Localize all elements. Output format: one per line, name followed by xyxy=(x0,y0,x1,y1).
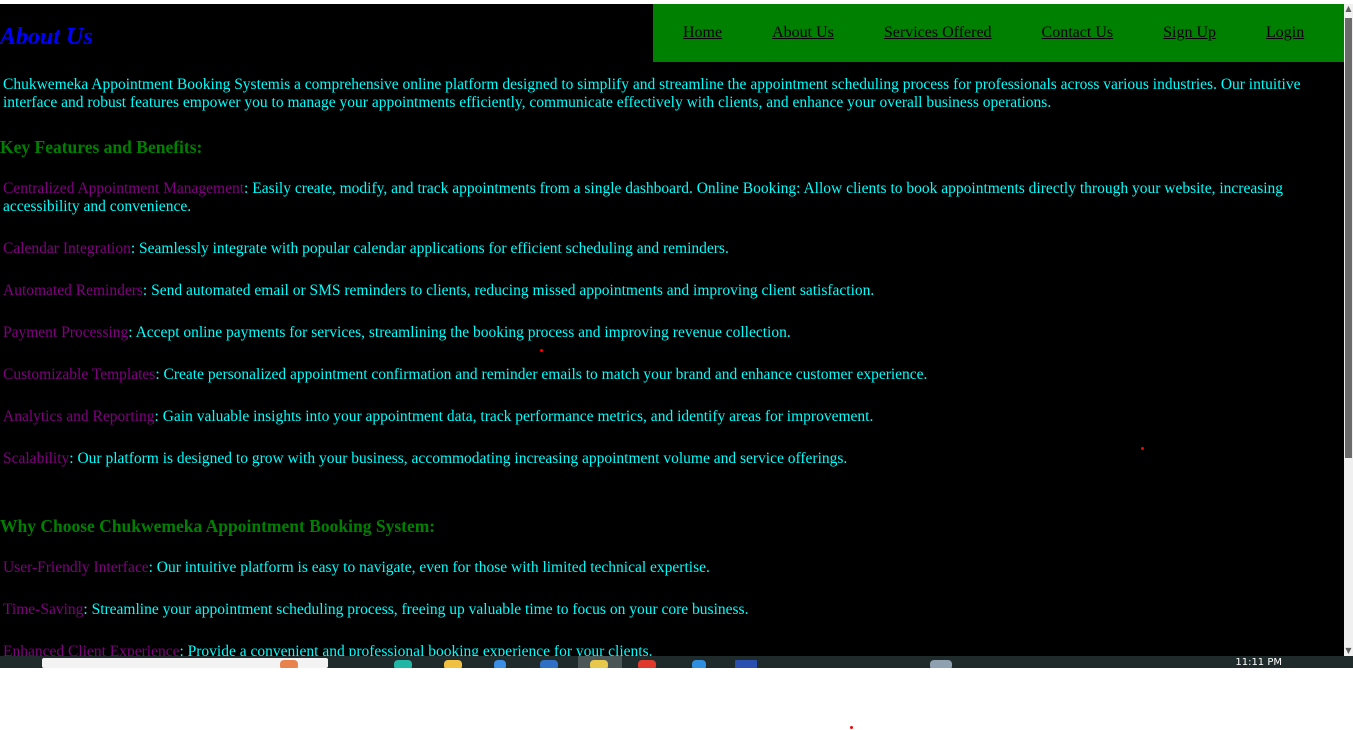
nav-link-home[interactable]: Home xyxy=(683,24,722,42)
why-description: : Our intuitive platform is easy to navi… xyxy=(148,559,710,576)
feature-item: Customizable Templates: Create personali… xyxy=(3,366,1338,384)
feature-term: Customizable Templates xyxy=(3,366,156,383)
feature-description: : Create personalized appointment confir… xyxy=(155,366,928,383)
red-dot-marker xyxy=(540,349,543,352)
feature-description: : Our platform is designed to grow with … xyxy=(69,450,848,467)
file-explorer-icon[interactable] xyxy=(444,660,462,668)
feature-description: : Seamlessly integrate with popular cale… xyxy=(130,240,729,257)
folder-icon xyxy=(590,660,608,668)
why-item: User-Friendly Interface: Our intuitive p… xyxy=(3,559,1338,577)
feature-term: Payment Processing xyxy=(3,324,129,341)
nav-link-services-offered[interactable]: Services Offered xyxy=(884,24,992,42)
chrome-icon[interactable] xyxy=(638,660,656,668)
feature-item: Scalability: Our platform is designed to… xyxy=(3,450,1338,468)
feature-item: Payment Processing: Accept online paymen… xyxy=(3,324,1338,342)
mail-icon[interactable] xyxy=(540,660,558,668)
page-title: About Us xyxy=(0,24,93,50)
feature-term: Analytics and Reporting xyxy=(3,408,155,425)
nav-link-login[interactable]: Login xyxy=(1266,24,1304,42)
vscode-icon[interactable] xyxy=(692,660,706,668)
why-choose-heading: Why Choose Chukwemeka Appointment Bookin… xyxy=(0,516,436,536)
vertical-scrollbar[interactable]: ▲ ▼ xyxy=(1344,4,1353,658)
feature-term: Centralized Appointment Management xyxy=(3,180,245,197)
nav-link-about-us[interactable]: About Us xyxy=(772,24,834,42)
feature-item: Automated Reminders: Send automated emai… xyxy=(3,282,1338,300)
why-item: Time-Saving: Streamline your appointment… xyxy=(3,601,1338,619)
red-dot-marker xyxy=(1141,447,1144,450)
main-nav: Home About Us Services Offered Contact U… xyxy=(653,4,1344,62)
feature-description: : Accept online payments for services, s… xyxy=(128,324,791,341)
terminal-icon[interactable] xyxy=(735,660,757,668)
feature-item: Analytics and Reporting: Gain valuable i… xyxy=(3,408,1338,426)
features-heading: Key Features and Benefits: xyxy=(0,137,203,157)
feature-item: Calendar Integration: Seamlessly integra… xyxy=(3,240,1338,258)
why-term: Time-Saving xyxy=(3,601,84,618)
feature-item: Centralized Appointment Management: Easi… xyxy=(3,180,1338,216)
nav-link-sign-up[interactable]: Sign Up xyxy=(1163,24,1216,42)
store-icon[interactable] xyxy=(494,660,506,668)
feature-description: : Send automated email or SMS reminders … xyxy=(142,282,875,299)
feature-term: Automated Reminders xyxy=(3,282,143,299)
feature-term: Scalability xyxy=(3,450,70,467)
scroll-down-icon[interactable]: ▼ xyxy=(1344,646,1353,656)
why-term: User-Friendly Interface xyxy=(3,559,149,576)
intro-paragraph: Chukwemeka Appointment Booking Systemis … xyxy=(3,76,1301,111)
scroll-up-icon[interactable]: ▲ xyxy=(1344,4,1353,14)
taskbar-clock[interactable]: 11:11 PM xyxy=(1235,658,1282,668)
tray-app-icon[interactable] xyxy=(930,660,952,668)
feature-term: Calendar Integration xyxy=(3,240,131,257)
why-description: : Streamline your appointment scheduling… xyxy=(83,601,749,618)
red-dot-marker xyxy=(850,726,853,729)
scrollbar-thumb[interactable] xyxy=(1345,18,1352,458)
nav-link-contact-us[interactable]: Contact Us xyxy=(1042,24,1114,42)
feature-description: : Gain valuable insights into your appoi… xyxy=(154,408,874,425)
search-highlight-icon xyxy=(280,660,298,668)
os-taskbar: 11:11 PM xyxy=(0,656,1353,668)
page-viewport[interactable]: About Us Home About Us Services Offered … xyxy=(0,4,1344,658)
edge-browser-icon[interactable] xyxy=(394,660,412,668)
